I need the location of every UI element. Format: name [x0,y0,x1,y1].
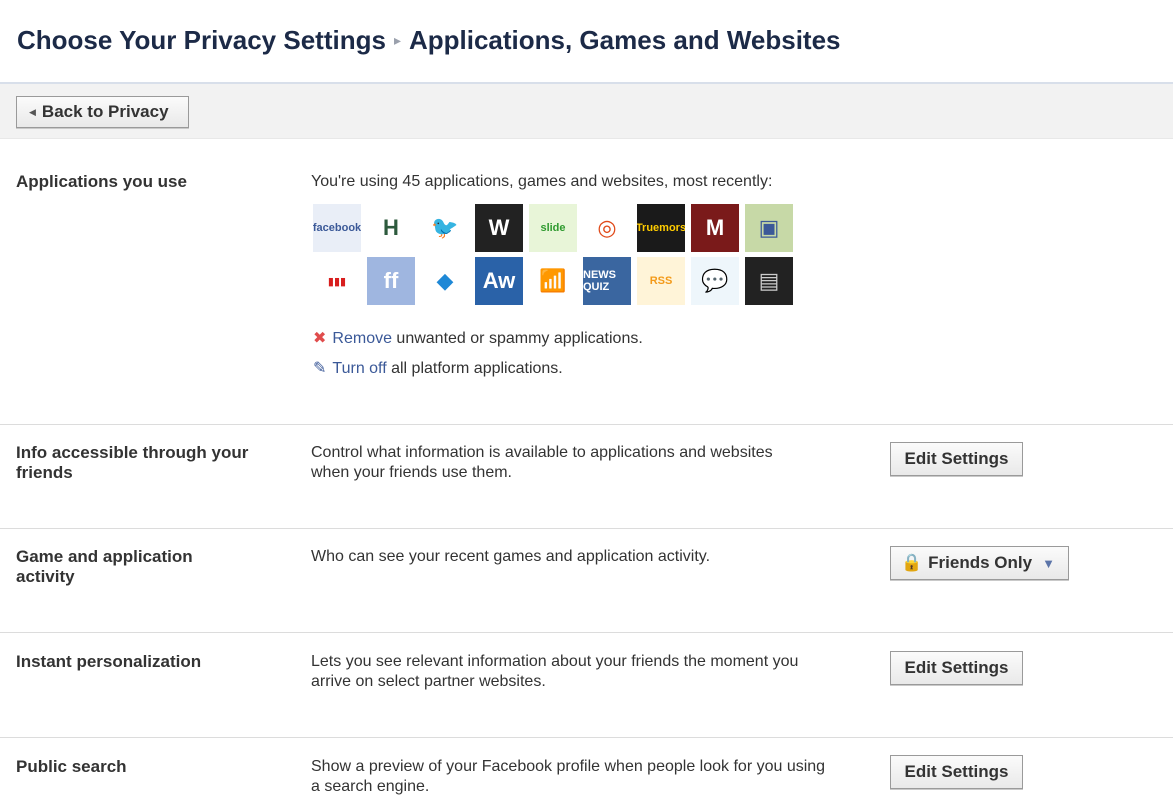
applications-label: Applications you use [16,172,187,191]
wifi-app-icon[interactable]: 📶 [529,257,577,305]
game-activity-row: Game and application activity Who can se… [0,528,1173,633]
chevron-down-icon: ▼ [1042,555,1055,571]
photo-app-icon[interactable]: ▣ [745,204,793,252]
instant-personalization-edit-settings-button[interactable]: Edit Settings [890,651,1023,685]
aw-app-icon[interactable]: Aw [475,257,523,305]
game-activity-privacy-dropdown[interactable]: 🔒 Friends Only ▼ [890,546,1069,580]
public-search-row: Public search Show a preview of your Fac… [0,737,1173,796]
applications-section: Applications you use You're using 45 app… [0,137,1173,424]
ff-app-icon[interactable]: ff [367,257,415,305]
back-to-privacy-button[interactable]: ◀ Back to Privacy [16,96,189,128]
public-search-label: Public search [16,757,127,776]
friends-only-label: Friends Only [928,553,1033,572]
recent-apps-row-2: ▮▮▮ ff ◆ Aw 📶 NEWS QUIZ RSS 💬 ▤ [313,257,803,305]
chat-bubble-icon[interactable]: 💬 [691,257,739,305]
phone-app-icon[interactable]: ▤ [745,257,793,305]
m-app-icon[interactable]: M [691,204,739,252]
toolbar: ◀ Back to Privacy [0,84,1173,139]
bars-app-icon[interactable]: ▮▮▮ [313,257,361,305]
breadcrumb: Choose Your Privacy Settings ▸ Application… [17,25,841,56]
info-accessible-description: Control what information is available to… [311,444,773,481]
app-actions: ✖ Remove unwanted or spammy applications.… [313,328,643,388]
game-activity-label: Game and application activity [16,547,193,586]
remove-description: unwanted or spammy applications. [391,330,643,347]
back-to-privacy-label: Back to Privacy [41,102,169,121]
instant-personalization-row: Instant personalization Lets you see rel… [0,632,1173,738]
recent-apps-row-1: facebook H 🐦 Wslide ◎ Truemors M ▣ [313,204,803,252]
h-app-icon[interactable]: H [367,204,415,252]
rss-reader-icon[interactable]: RSS [637,257,685,305]
info-accessible-edit-settings-button[interactable]: Edit Settings [890,442,1023,476]
turn-off-line: ✎ Turn off all platform applications. [313,358,643,378]
remove-apps-line: ✖ Remove unwanted or spammy applications. [313,328,643,348]
back-arrow-icon: ◀ [29,106,36,117]
turn-off-link[interactable]: Turn off [332,360,386,377]
recent-apps-grid: facebook H 🐦 Wslide ◎ Truemors M ▣ ▮▮▮ ff ◆ Aw 📶 NEW… [313,204,803,310]
breadcrumb-current-page: Applications, Games and Websites [408,25,841,55]
lock-icon: 🔒 [901,553,923,572]
facebook-app-icon[interactable]: facebook [313,204,361,252]
public-search-description: Show a preview of your Facebook profile … [311,758,826,795]
diamond-app-icon[interactable]: ◆ [421,257,469,305]
instant-personalization-description: Lets you see relevant information about … [311,653,799,690]
swirl-app-icon[interactable]: ◎ [583,204,631,252]
twitter-bird-icon[interactable]: 🐦 [421,204,469,252]
remove-x-icon: ✖ [313,330,327,347]
remove-link[interactable]: Remove [332,330,392,347]
trueburn-icon[interactable]: Truemors [637,204,685,252]
slide-icon[interactable]: slide [529,204,577,252]
breadcrumb-privacy-settings[interactable]: Choose Your Privacy Settings [17,25,386,55]
applications-summary: You're using 45 applications, games and … [311,173,773,190]
news-quiz-icon[interactable]: NEWS QUIZ [583,257,631,305]
page-header: Choose Your Privacy Settings ▸ Application… [0,0,1173,84]
breadcrumb-separator-icon: ▸ [393,32,401,48]
info-accessible-row: Info accessible through your friends Con… [0,424,1173,529]
wordpress-icon[interactable]: W [475,204,523,252]
info-accessible-label: Info accessible through your friends [16,443,249,482]
game-activity-description: Who can see your recent games and applic… [311,548,711,565]
public-search-edit-settings-button[interactable]: Edit Settings [890,755,1023,789]
turn-off-description: all platform applications. [386,360,563,377]
instant-personalization-label: Instant personalization [16,652,202,671]
pencil-icon: ✎ [313,360,327,377]
